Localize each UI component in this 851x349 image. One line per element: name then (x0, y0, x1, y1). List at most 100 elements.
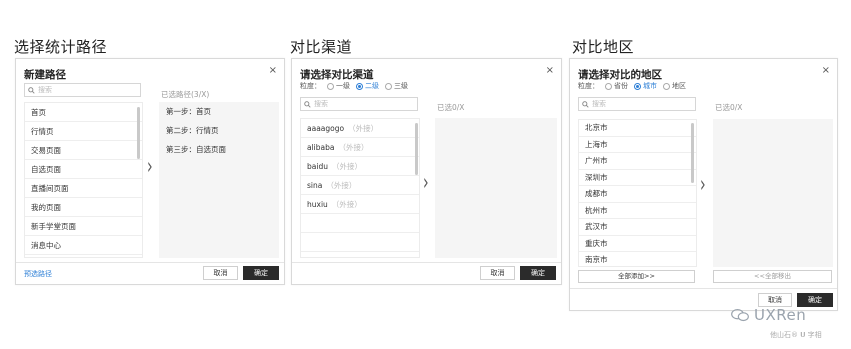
cancel-button[interactable]: 取消 (480, 266, 515, 280)
radio-level-2[interactable] (356, 82, 363, 90)
radio-level-1[interactable] (327, 82, 334, 90)
search-input[interactable]: 搜索 (24, 83, 141, 97)
list-item[interactable]: alibaba （外接） (301, 138, 419, 157)
dialog-title: 请选择对比的地区 (578, 69, 662, 81)
search-input[interactable]: 搜索 (578, 97, 696, 111)
scrollbar[interactable] (415, 123, 418, 175)
radio-label-district: 地区 (672, 82, 686, 90)
item-tag: （外接） (331, 162, 362, 171)
item-name: sina (307, 181, 323, 190)
search-placeholder: 搜索 (592, 100, 606, 108)
divider (16, 262, 284, 263)
radio-label-level-2: 二级 (365, 82, 379, 90)
dialog-title: 新建路径 (24, 69, 66, 81)
selected-box (435, 118, 557, 258)
selected-title: 已选路径(3/X) (161, 90, 210, 99)
list-item[interactable]: 我的页面 (25, 198, 142, 217)
section-title-region: 对比地区 (572, 38, 635, 56)
list-item[interactable]: 消息中心 (25, 236, 142, 255)
search-icon (304, 100, 311, 108)
selected-step: 第二步：行情页 (166, 126, 219, 135)
list-item[interactable]: 重庆市 (579, 236, 696, 252)
new-path-dialog: 新建路径 × 搜索 首页 行情页 交易页面 自选页面 直播间页面 我的页面 新手学堂页面 消息… (15, 58, 285, 285)
item-name: baidu (307, 162, 328, 171)
radio-label-province: 省份 (614, 82, 628, 90)
item-name: huxiu (307, 200, 328, 209)
channel-list: aaaagogo （外接） alibaba （外接） baidu （外接） sina （外接）… (300, 118, 420, 258)
search-input[interactable]: 搜索 (300, 97, 418, 111)
list-item[interactable]: 交易页面 (25, 141, 142, 160)
watermark-brand: UXRen (754, 306, 807, 324)
list-item[interactable]: huxiu （外接） (301, 195, 419, 214)
item-tag: （外接） (331, 200, 362, 209)
selected-box: 第一步：首页 第二步：行情页 第三步：自选页面 (159, 102, 279, 258)
city-list: 北京市 上海市 广州市 深圳市 成都市 杭州市 武汉市 重庆市 南京市 (578, 119, 697, 267)
remove-all-button[interactable]: <<全部移出 (713, 270, 832, 283)
chevron-right-icon[interactable]: › (700, 172, 706, 198)
divider (292, 262, 561, 263)
confirm-button[interactable]: 确定 (520, 266, 556, 280)
list-item[interactable]: 杭州市 (579, 203, 696, 219)
search-placeholder: 搜索 (38, 86, 52, 94)
list-item[interactable]: 行情页 (25, 122, 142, 141)
list-item[interactable]: baidu （外接） (301, 157, 419, 176)
list-item[interactable]: 成都市 (579, 186, 696, 203)
radio-label-level-3: 三级 (394, 82, 408, 90)
item-tag: （外接） (326, 181, 357, 190)
compare-region-dialog: 请选择对比的地区 × 粒度： 省份 城市 地区 搜索 北京市 上海市 广州市 深圳市成… (569, 58, 838, 311)
close-icon[interactable]: × (269, 65, 277, 76)
list-item[interactable]: 广州市 (579, 153, 696, 170)
chevron-right-icon[interactable]: › (423, 170, 429, 196)
list-item[interactable]: 新手学堂页面 (25, 217, 142, 236)
close-icon[interactable]: × (546, 65, 554, 76)
watermark-credit: 他山石® 𝐔 字相 (770, 331, 822, 339)
watermark: UXRen (730, 306, 806, 324)
radio-district[interactable] (663, 82, 670, 90)
confirm-button[interactable]: 确定 (243, 266, 279, 280)
list-item[interactable]: 直播间页面 (25, 179, 142, 198)
list-item[interactable]: aaaagogo （外接） (301, 119, 419, 138)
search-icon (582, 100, 589, 108)
chevron-right-icon[interactable]: › (147, 154, 153, 180)
granularity-radio-group: 粒度： 一级 二级 三级 (300, 81, 408, 91)
list-item[interactable]: 南京市 (579, 252, 696, 266)
list-item[interactable]: sina （外接） (301, 176, 419, 195)
item-name: aaaagogo (307, 124, 345, 133)
divider (570, 288, 837, 289)
radio-province[interactable] (605, 82, 612, 90)
section-title-path: 选择统计路径 (14, 38, 108, 56)
search-placeholder: 搜索 (314, 100, 328, 108)
scrollbar[interactable] (137, 107, 140, 159)
scrollbar[interactable] (691, 123, 694, 183)
selected-count: 已选0/X (437, 103, 465, 112)
granularity-label: 粒度： (578, 82, 599, 90)
granularity-label: 粒度： (300, 82, 321, 90)
list-item[interactable]: 首页 (25, 103, 142, 122)
list-item[interactable]: 自选页面 (25, 160, 142, 179)
confirm-button[interactable]: 确定 (797, 293, 833, 307)
list-item[interactable]: 深圳市 (579, 170, 696, 186)
cancel-button[interactable]: 取消 (758, 293, 792, 307)
radio-city[interactable] (634, 82, 641, 90)
list-item[interactable]: 北京市 (579, 120, 696, 137)
radio-level-3[interactable] (385, 82, 392, 90)
compare-channel-dialog: 请选择对比渠道 × 粒度： 一级 二级 三级 搜索 aaaagogo （外接） al… (291, 58, 562, 285)
wechat-icon (731, 308, 749, 322)
list-item[interactable]: 武汉市 (579, 219, 696, 236)
preset-path-link[interactable]: 预选路径 (24, 269, 52, 279)
selected-box (713, 119, 833, 267)
dialog-title: 请选择对比渠道 (300, 69, 374, 81)
path-list: 首页 行情页 交易页面 自选页面 直播间页面 我的页面 新手学堂页面 消息中心 (24, 102, 143, 258)
close-icon[interactable]: × (822, 65, 830, 76)
list-item[interactable]: 上海市 (579, 137, 696, 153)
empty-row (301, 233, 419, 252)
cancel-button[interactable]: 取消 (203, 266, 238, 280)
selected-step: 第一步：首页 (166, 107, 211, 116)
item-tag: （外接） (338, 143, 369, 152)
search-icon (28, 86, 35, 94)
radio-label-city: 城市 (643, 82, 657, 90)
section-title-channel: 对比渠道 (290, 38, 353, 56)
add-all-button[interactable]: 全部添加>> (578, 270, 695, 283)
selected-step: 第三步：自选页面 (166, 145, 226, 154)
selected-count: 已选0/X (715, 103, 743, 112)
